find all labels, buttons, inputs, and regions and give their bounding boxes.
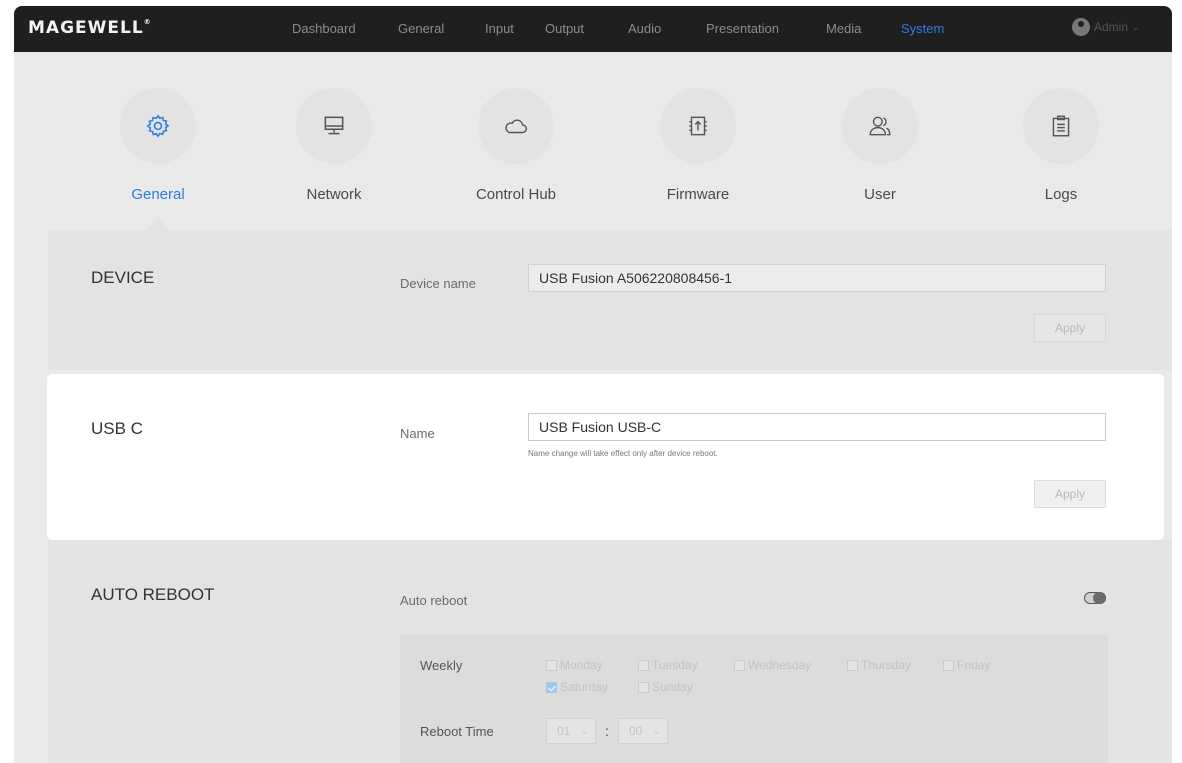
clipboard-icon [1052, 115, 1070, 137]
users-icon [869, 116, 891, 136]
monitor-icon [324, 116, 344, 135]
top-nav-bar: MAGEWELL® Dashboard General Input Output… [14, 6, 1172, 52]
firmware-upload-icon [689, 116, 707, 136]
nav-item-general[interactable]: General [398, 21, 444, 36]
auto-reboot-options: Weekly Monday Tuesday Wednesday Thursday… [400, 634, 1108, 763]
avatar-icon [1072, 18, 1090, 36]
day-label: Sunday [652, 680, 693, 694]
tab-network-label: Network [306, 186, 362, 203]
tab-logs[interactable]: Logs [996, 88, 1126, 203]
auto-reboot-section-title: AUTO REBOOT [91, 585, 215, 604]
thursday-checkbox[interactable] [847, 659, 858, 671]
tab-general-label: General [131, 186, 185, 203]
hour-select[interactable]: 01 ⌄ [546, 718, 596, 744]
day-friday[interactable]: Friday [943, 658, 990, 672]
tab-control-hub[interactable]: Control Hub [451, 88, 581, 203]
usbc-name-hint: Name change will take effect only after … [528, 449, 718, 458]
tab-network[interactable]: Network [269, 88, 399, 203]
day-sunday[interactable]: Sunday [638, 680, 693, 694]
day-label: Tuesday [652, 658, 698, 672]
tab-general-circle [120, 88, 196, 164]
wednesday-checkbox[interactable] [734, 659, 745, 671]
device-name-input[interactable] [528, 264, 1106, 292]
tab-user-circle [842, 88, 918, 164]
auto-reboot-label: Auto reboot [400, 593, 468, 608]
chevron-down-icon: ⌄ [580, 725, 588, 736]
nav-item-presentation[interactable]: Presentation [706, 21, 779, 36]
day-monday[interactable]: Monday [546, 658, 603, 672]
reboot-time-label: Reboot Time [420, 724, 494, 739]
minute-value: 00 [629, 724, 643, 738]
chevron-down-icon: ⌄ [1132, 21, 1140, 32]
device-section: DEVICE Device name Apply [48, 230, 1172, 370]
user-menu[interactable]: Admin ⌄ [1072, 18, 1140, 36]
tab-firmware-circle [660, 88, 736, 164]
active-tab-pointer [146, 218, 170, 230]
minute-select[interactable]: 00 ⌄ [618, 718, 668, 744]
day-label: Saturday [560, 680, 609, 694]
monday-checkbox[interactable] [546, 659, 557, 671]
tab-user[interactable]: User [815, 88, 945, 203]
day-tuesday[interactable]: Tuesday [638, 658, 698, 672]
nav-item-media[interactable]: Media [826, 21, 861, 36]
sunday-checkbox[interactable] [638, 681, 649, 693]
user-name: Admin [1094, 20, 1129, 34]
tuesday-checkbox[interactable] [638, 659, 649, 671]
tab-firmware-label: Firmware [666, 186, 730, 203]
day-thursday[interactable]: Thursday [847, 658, 911, 672]
usbc-section-title: USB C [91, 419, 143, 438]
usbc-section: USB C Name Name change will take effect … [47, 374, 1164, 540]
nav-item-input[interactable]: Input [485, 21, 514, 36]
tab-network-circle [296, 88, 372, 164]
logo-text: MAGEWELL [28, 18, 144, 38]
tab-logs-label: Logs [1044, 186, 1078, 203]
nav-item-system[interactable]: System [901, 21, 944, 36]
day-label: Friday [957, 658, 991, 672]
tab-user-label: User [864, 186, 896, 203]
chevron-down-icon: ⌄ [652, 725, 660, 736]
day-saturday[interactable]: Saturday [546, 680, 608, 694]
usbc-apply-button[interactable]: Apply [1034, 480, 1106, 508]
nav-item-audio[interactable]: Audio [628, 21, 661, 36]
gear-icon [146, 114, 170, 138]
tab-general[interactable]: General [93, 88, 223, 203]
day-label: Thursday [861, 658, 912, 672]
hour-value: 01 [557, 724, 571, 738]
usbc-name-label: Name [400, 426, 435, 441]
saturday-checkbox[interactable] [546, 681, 557, 693]
auto-reboot-toggle[interactable] [1084, 592, 1106, 604]
tab-firmware[interactable]: Firmware [633, 88, 763, 203]
device-name-label: Device name [400, 276, 476, 291]
device-section-title: DEVICE [91, 268, 155, 287]
tab-logs-circle [1023, 88, 1099, 164]
device-apply-button[interactable]: Apply [1034, 314, 1106, 342]
friday-checkbox[interactable] [943, 659, 954, 671]
day-label: Monday [560, 658, 603, 672]
usbc-name-input[interactable] [528, 413, 1106, 441]
weekly-label: Weekly [420, 658, 463, 673]
tab-control-hub-label: Control Hub [475, 186, 557, 203]
nav-item-output[interactable]: Output [545, 21, 584, 36]
time-separator: : [605, 723, 609, 739]
app-window: MAGEWELL® Dashboard General Input Output… [14, 6, 1172, 763]
magewell-logo[interactable]: MAGEWELL® [28, 18, 152, 38]
nav-item-dashboard[interactable]: Dashboard [292, 21, 356, 36]
cloud-icon [505, 119, 527, 134]
tab-control-hub-circle [478, 88, 554, 164]
auto-reboot-section: AUTO REBOOT Auto reboot Weekly Monday Tu… [48, 540, 1172, 763]
day-label: Wednesday [748, 658, 812, 672]
day-wednesday[interactable]: Wednesday [734, 658, 811, 672]
